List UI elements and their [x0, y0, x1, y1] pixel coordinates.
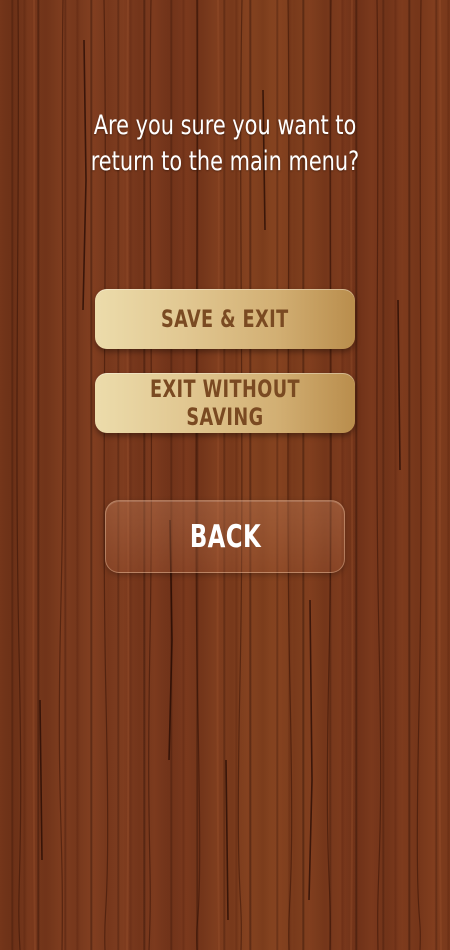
exit-without-saving-label: EXIT WITHOUT SAVING — [149, 375, 301, 431]
wood-background: Are you sure you want to return to the m… — [0, 0, 450, 950]
back-button[interactable]: BACK — [105, 500, 345, 573]
save-and-exit-label: SAVE & EXIT — [161, 305, 289, 333]
save-and-exit-button[interactable]: SAVE & EXIT — [95, 289, 355, 349]
prompt-line-1: Are you sure you want to — [93, 110, 357, 141]
back-label: BACK — [189, 518, 261, 555]
return-to-menu-prompt: Are you sure you want to return to the m… — [32, 108, 419, 180]
exit-without-saving-button[interactable]: EXIT WITHOUT SAVING — [95, 373, 355, 433]
prompt-line-2: return to the main menu? — [90, 146, 360, 177]
